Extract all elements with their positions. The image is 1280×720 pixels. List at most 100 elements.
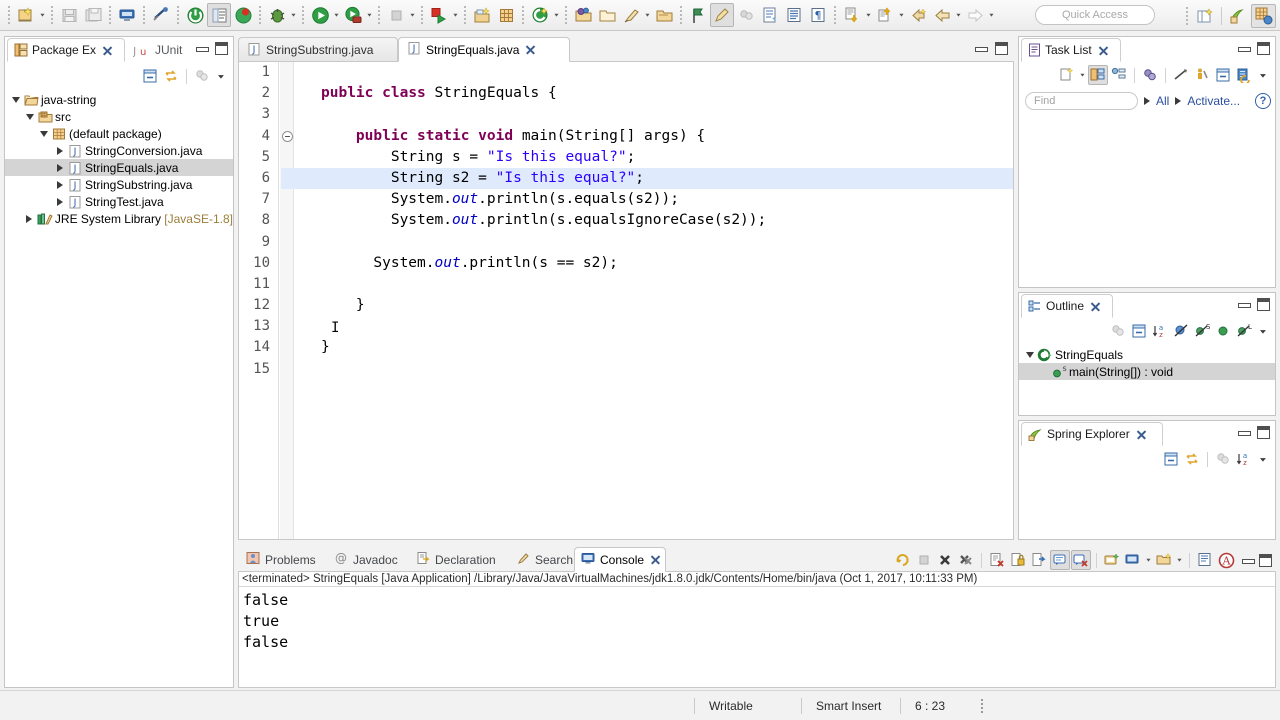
tab-declaration[interactable]: Declaration [410, 547, 502, 572]
previous-annotation-icon[interactable] [873, 3, 897, 27]
code-line[interactable]: } [281, 295, 1013, 316]
minimize-button[interactable] [1237, 426, 1251, 439]
debug-icon[interactable] [265, 3, 289, 27]
minimize-button[interactable] [1237, 298, 1251, 311]
run-dropdown-arrow[interactable] [332, 4, 341, 26]
code-line[interactable] [281, 232, 1013, 253]
show-console-on-output-icon[interactable] [1154, 550, 1174, 570]
code-line[interactable]: System.out.println(s.equals(s2)); [281, 189, 1013, 210]
maximize-button[interactable] [1259, 553, 1272, 567]
code-line[interactable]: String s2 = "Is this equal?"; [281, 167, 1013, 190]
hide-static-icon[interactable]: S [1192, 321, 1212, 341]
search-icon[interactable] [619, 3, 643, 27]
tab-spring-explorer[interactable]: Spring Explorer [1021, 422, 1163, 446]
show-source-icon[interactable] [782, 3, 806, 27]
run-external-tool-icon[interactable] [341, 3, 365, 27]
new-package-icon[interactable] [494, 3, 518, 27]
marker-icon[interactable] [710, 3, 734, 27]
new-wizard-dropdown-arrow[interactable] [38, 4, 47, 26]
alert-icon[interactable]: A [1216, 550, 1236, 570]
show-console-dropdown-arrow[interactable] [1175, 549, 1184, 571]
help-icon[interactable]: ? [1255, 93, 1271, 109]
quick-access-input[interactable]: Quick Access [1035, 5, 1155, 25]
tab-package-explorer[interactable]: Package Ex [7, 38, 125, 62]
twisty-right-icon[interactable] [53, 193, 66, 210]
sort-icon[interactable]: az [1234, 449, 1254, 469]
close-icon[interactable] [1136, 429, 1147, 440]
spring-perspective-icon[interactable] [1251, 3, 1276, 28]
focus-on-workweek-icon[interactable] [1140, 65, 1160, 85]
minimize-button[interactable] [1237, 42, 1251, 55]
editor-tab-stringsubstring[interactable]: J StringSubstring.java [238, 37, 398, 62]
hide-fields-icon[interactable] [1171, 321, 1191, 341]
activate-expand-arrow-icon[interactable] [1175, 97, 1182, 105]
last-edit-location-icon[interactable] [906, 3, 930, 27]
maximize-button[interactable] [995, 42, 1008, 55]
scheduled-presentation-icon[interactable] [1109, 65, 1129, 85]
minimize-button[interactable] [195, 42, 209, 55]
tab-console[interactable]: Console [574, 547, 666, 572]
open-task-list-icon[interactable] [758, 3, 782, 27]
twisty-down-icon[interactable] [37, 125, 50, 142]
close-icon[interactable] [525, 44, 536, 55]
link-with-editor-icon[interactable] [1182, 449, 1202, 469]
search-dropdown-arrow[interactable] [643, 4, 652, 26]
editor-body[interactable]: 1 2 3 4 5 6 7 8 9 10 11 12 13 14 15 public class Strin… [238, 61, 1014, 540]
tab-outline[interactable]: Outline [1021, 294, 1113, 318]
paragraph-marks-icon[interactable]: ¶ [806, 3, 830, 27]
code-line[interactable]: System.out.println(s == s2); [281, 253, 1013, 274]
open-folder-resource-icon[interactable] [652, 3, 676, 27]
close-icon[interactable] [650, 554, 661, 565]
code-line[interactable] [281, 316, 1013, 337]
open-console-dropdown-arrow[interactable] [1144, 549, 1153, 571]
collapse-all-icon[interactable] [140, 66, 160, 86]
tree-row-src[interactable]: src [5, 108, 233, 125]
view-menu-icon[interactable] [1255, 451, 1271, 467]
run-external-dropdown-arrow[interactable] [365, 4, 374, 26]
outline-row-method[interactable]: S main(String[]) : void [1019, 363, 1275, 380]
code-line[interactable]: System.out.println(s.equalsIgnoreCase(s2… [281, 210, 1013, 231]
save-all-icon[interactable] [81, 3, 105, 27]
synchronize-changed-icon[interactable] [1234, 65, 1254, 85]
terminate-dropdown-arrow[interactable] [408, 4, 417, 26]
error-log-view-icon[interactable] [1195, 550, 1215, 570]
tab-javadoc[interactable]: @ Javadoc [328, 547, 404, 572]
twisty-down-icon[interactable] [9, 91, 22, 108]
open-resource-icon[interactable] [595, 3, 619, 27]
forward-dropdown-arrow[interactable] [987, 4, 996, 26]
view-menu-icon[interactable] [1255, 67, 1271, 83]
new-wizard-icon[interactable] [14, 3, 38, 27]
collapse-all-icon[interactable] [1129, 321, 1149, 341]
back-icon[interactable] [930, 3, 954, 27]
code-line[interactable]: public class StringEquals { [281, 83, 1013, 104]
tree-row-jre-library[interactable]: JRE System Library [JavaSE-1.8] [5, 210, 233, 227]
categorized-presentation-icon[interactable] [1088, 65, 1108, 85]
restore-tasks-icon[interactable] [1192, 65, 1212, 85]
collapse-all-icon[interactable] [1213, 65, 1233, 85]
twisty-right-icon[interactable] [23, 210, 36, 227]
toggle-markers-icon[interactable] [686, 3, 710, 27]
tree-row-java-file-selected[interactable]: J StringEquals.java [5, 159, 233, 176]
tree-row-java-file[interactable]: J StringSubstring.java [5, 176, 233, 193]
refresh-icon[interactable] [231, 3, 255, 27]
debug-dropdown-arrow[interactable] [289, 4, 298, 26]
coverage-dropdown-arrow[interactable] [451, 4, 460, 26]
display-selected-console-icon[interactable] [1071, 550, 1091, 570]
activate-link[interactable]: Activate... [1187, 94, 1240, 108]
minimize-button[interactable] [974, 42, 988, 55]
tab-task-list[interactable]: Task List [1021, 38, 1121, 62]
open-console-icon[interactable] [1123, 550, 1143, 570]
filter-all-link[interactable]: All [1156, 94, 1169, 108]
code-line[interactable] [281, 62, 1013, 83]
print-icon[interactable] [115, 3, 139, 27]
tab-search[interactable]: Search [510, 547, 579, 572]
clear-console-icon[interactable] [987, 550, 1007, 570]
twisty-right-icon[interactable] [53, 176, 66, 193]
view-menu-icon[interactable] [213, 68, 229, 84]
run-last-tool-icon[interactable] [183, 3, 207, 27]
code-line[interactable]: } [281, 337, 1013, 358]
code-line[interactable]: public static void main(String[] args) { [281, 126, 1013, 147]
run-icon[interactable] [308, 3, 332, 27]
code-line[interactable] [281, 274, 1013, 295]
find-input[interactable]: Find [1025, 92, 1138, 110]
